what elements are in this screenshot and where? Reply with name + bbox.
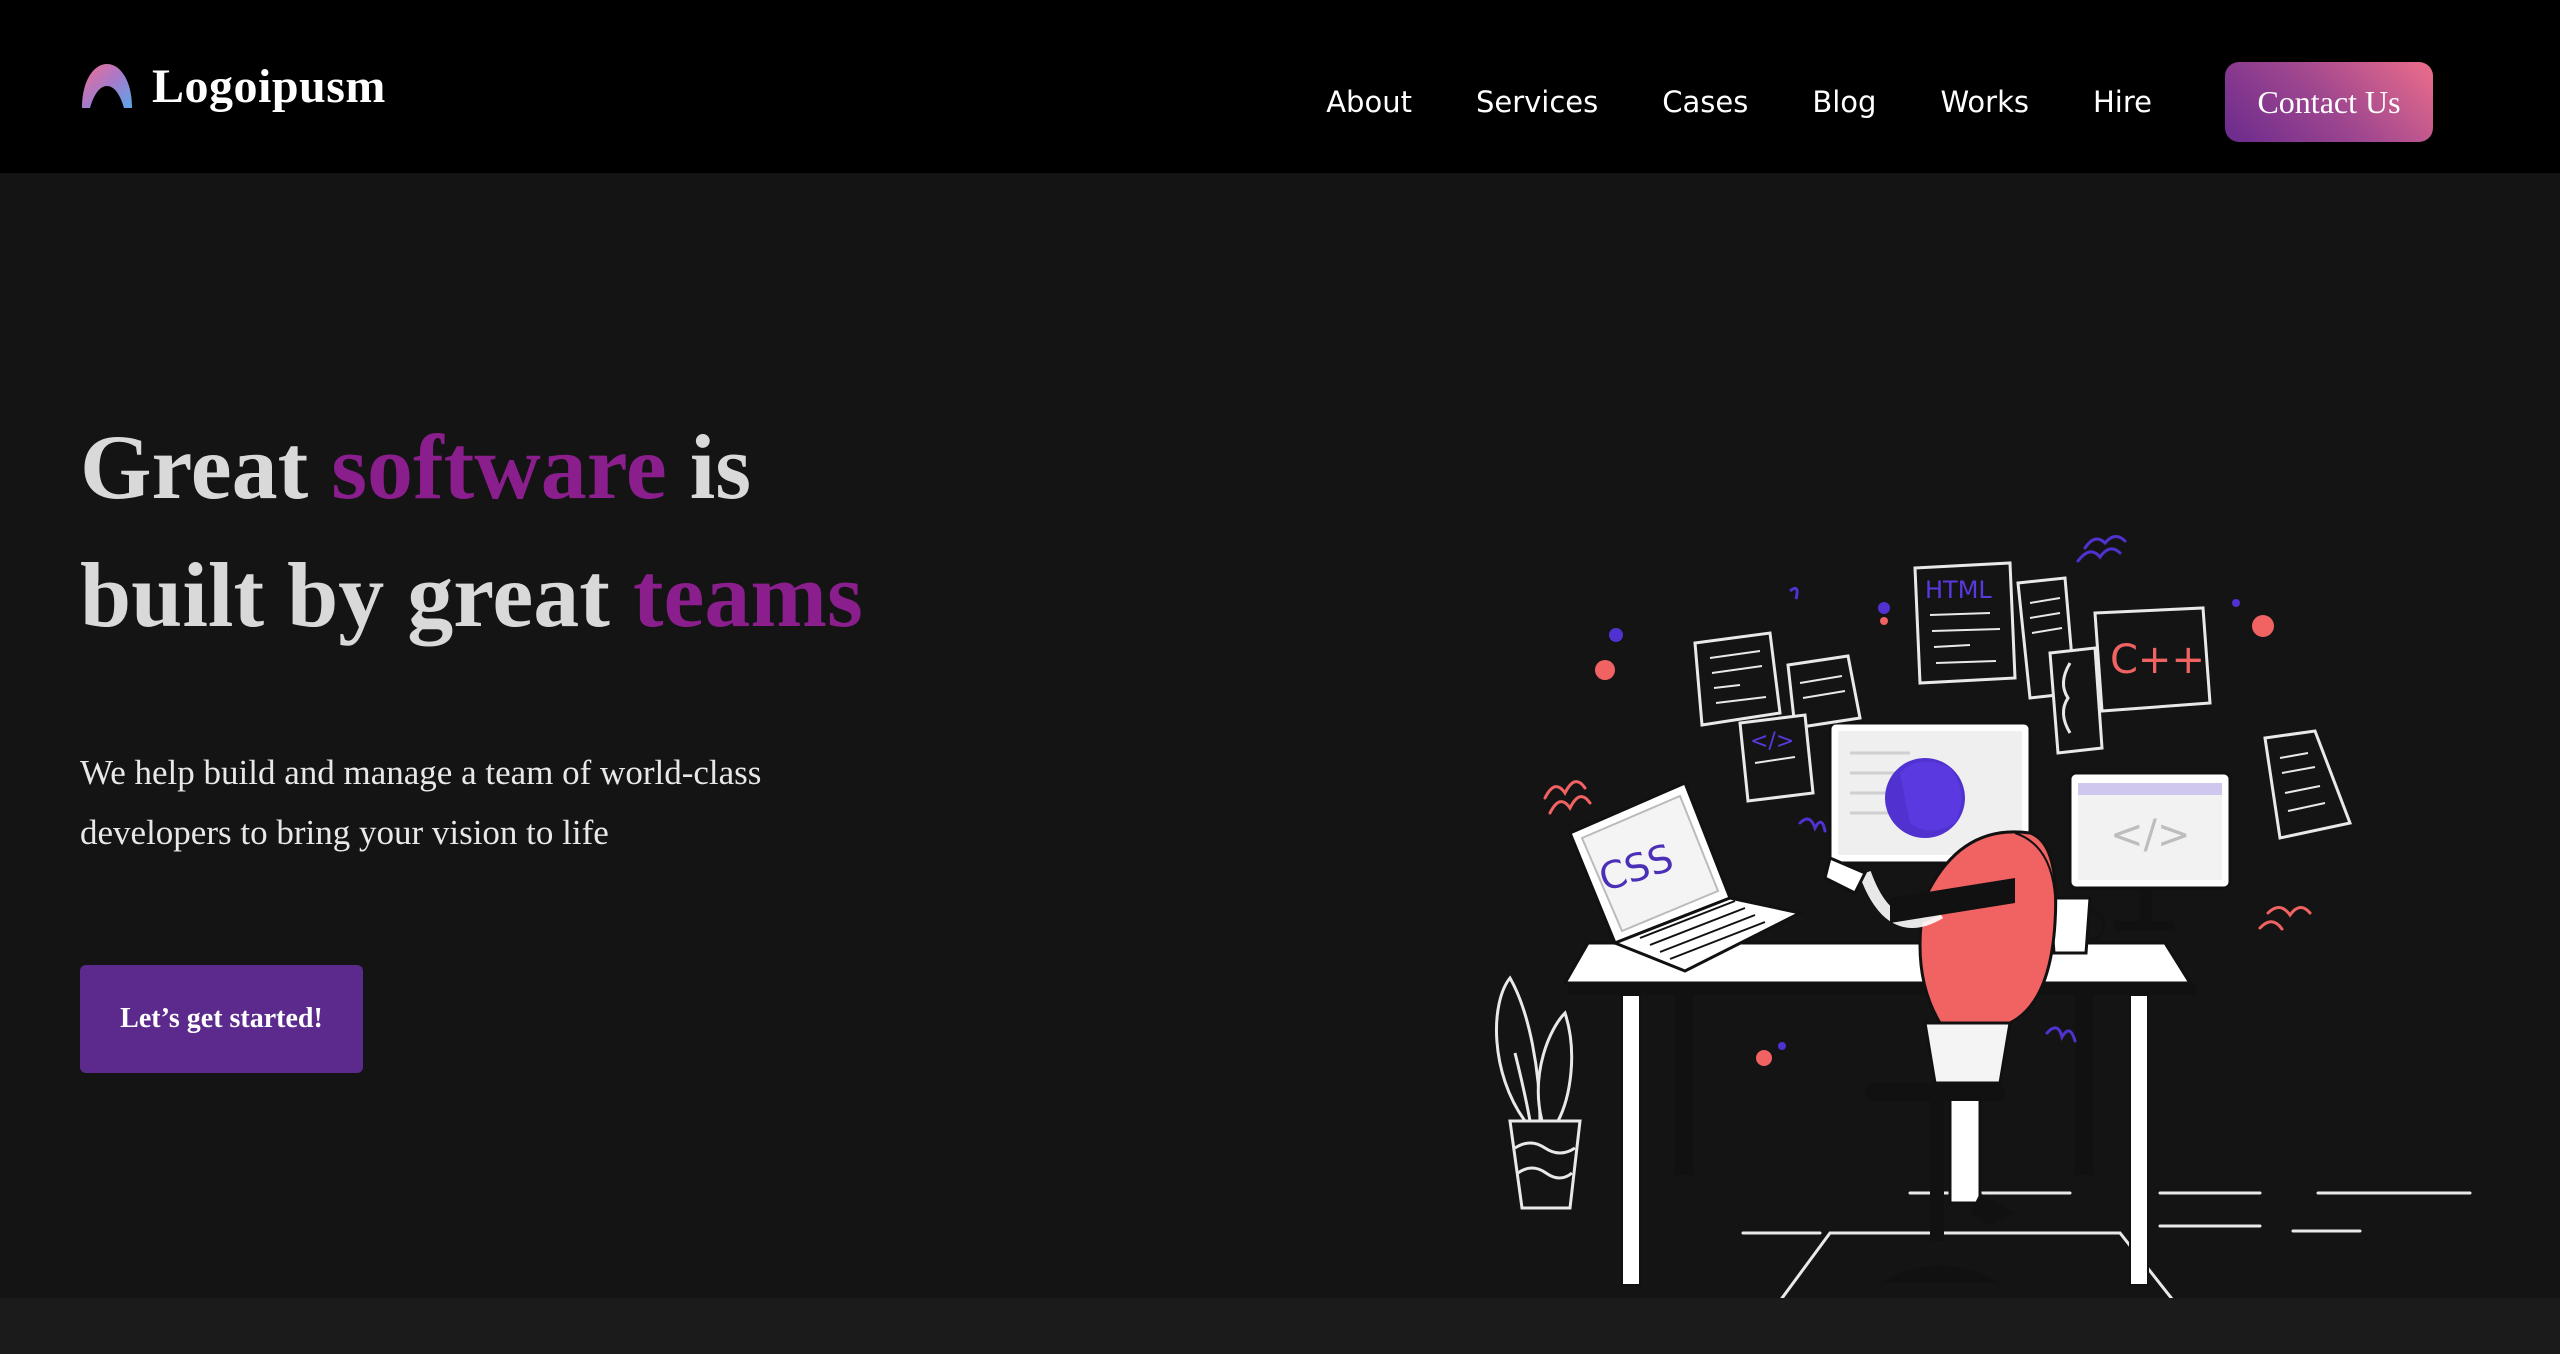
headline-accent-software: software: [331, 416, 667, 518]
hero-subtext: We help build and manage a team of world…: [80, 753, 762, 852]
contact-us-button[interactable]: Contact Us: [2225, 62, 2433, 142]
nav-link-cases[interactable]: Cases: [1662, 78, 1748, 126]
navbar: Logoipusm About Services Cases Blog Work…: [0, 0, 2560, 173]
brand-logo[interactable]: Logoipusm: [80, 56, 386, 116]
headline-accent-teams: teams: [632, 544, 863, 646]
headline-word-built: built by great: [80, 544, 633, 646]
code-sheet-right-icon: [2263, 729, 2353, 840]
plant-icon: [1495, 975, 1582, 1210]
cpp-sheet-icon: C++: [2048, 606, 2212, 755]
nav-link-hire[interactable]: Hire: [2093, 78, 2152, 126]
headline-word-great: Great: [80, 416, 332, 518]
svg-text:C++: C++: [2110, 637, 2205, 683]
nav-link-about[interactable]: About: [1326, 78, 1412, 126]
brand-name: Logoipusm: [152, 59, 386, 113]
monitor-right-icon: </>: [2068, 771, 2232, 931]
hero-headline: Great software is built by great teams: [80, 403, 1080, 659]
hero-section: Great software is built by great teams W…: [0, 173, 2560, 1330]
nav-link-services[interactable]: Services: [1476, 78, 1598, 126]
svg-text:HTML: HTML: [1925, 576, 1992, 604]
developer-at-desk-illustration: CSS </> </> HTML C++: [1495, 535, 2472, 1330]
svg-text:</>: </>: [2110, 812, 2191, 858]
main-nav: About Services Cases Blog Works Hire: [1326, 78, 2152, 126]
get-started-button[interactable]: Let’s get started!: [80, 965, 363, 1073]
nav-link-blog[interactable]: Blog: [1812, 78, 1876, 126]
logo-arch-icon: [82, 64, 132, 108]
nav-link-works[interactable]: Works: [1940, 78, 2029, 126]
headline-word-is: is: [666, 416, 752, 518]
svg-text:</>: </>: [1750, 729, 1794, 754]
next-section-edge: [0, 1298, 2560, 1354]
